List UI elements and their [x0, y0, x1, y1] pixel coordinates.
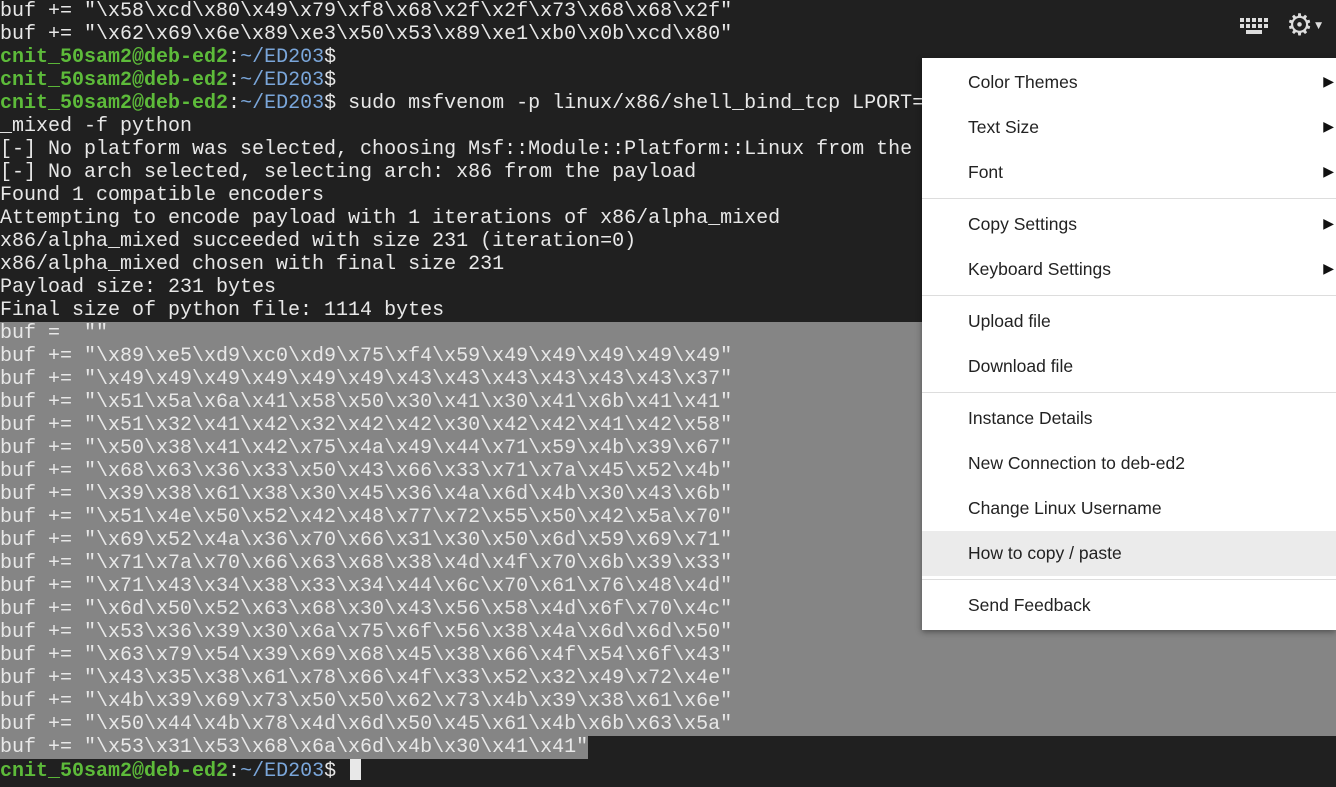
- menu-item-label: Instance Details: [968, 408, 1093, 428]
- menu-item-text-size[interactable]: Text Size ▶: [922, 105, 1336, 150]
- menu-item-label: Copy Settings: [968, 214, 1077, 234]
- prompt-separator: :: [228, 46, 241, 69]
- prompt-path: ~/ED203: [240, 69, 325, 92]
- keyboard-icon[interactable]: [1240, 18, 1269, 34]
- prompt-user: cnit_50sam2@deb-ed2: [0, 760, 229, 783]
- menu-item-label: Send Feedback: [968, 595, 1091, 615]
- prompt-dollar: $: [324, 760, 337, 783]
- selected-line: buf += "\x50\x44\x4b\x78\x4d\x6d\x50\x45…: [0, 713, 1336, 736]
- selected-line: buf += "\x4b\x39\x69\x73\x50\x50\x62\x73…: [0, 690, 1336, 713]
- settings-menu: Color Themes ▶ Text Size ▶ Font ▶ Copy Setting…: [922, 58, 1336, 630]
- selected-text: buf += "\x53\x31\x53\x68\x6a\x6d\x4b\x30…: [0, 736, 589, 759]
- prompt-path: ~/ED203: [240, 46, 325, 69]
- menu-divider: [922, 198, 1336, 199]
- prompt-user: cnit_50sam2@deb-ed2: [0, 69, 229, 92]
- menu-item-label: Color Themes: [968, 72, 1078, 92]
- output-line: buf += "\x62\x69\x6e\x89\xe3\x50\x53\x89…: [0, 23, 733, 46]
- menu-item-label: Keyboard Settings: [968, 259, 1112, 279]
- prompt-separator: :: [228, 760, 241, 783]
- menu-item-font[interactable]: Font ▶: [922, 150, 1336, 195]
- output-line: buf += "\x58\xcd\x80\x49\x79\xf8\x68\x2f…: [0, 0, 733, 23]
- menu-item-label: Text Size: [968, 117, 1039, 137]
- menu-item-label: How to copy / paste: [968, 543, 1122, 563]
- prompt-dollar: $: [324, 46, 337, 69]
- prompt-user: cnit_50sam2@deb-ed2: [0, 92, 229, 115]
- menu-item-color-themes[interactable]: Color Themes ▶: [922, 60, 1336, 105]
- top-toolbar: ⚙ ▼: [1192, 0, 1336, 52]
- prompt-path: ~/ED203: [240, 92, 325, 115]
- menu-item-label: Download file: [968, 356, 1074, 376]
- submenu-arrow-icon: ▶: [1323, 119, 1334, 135]
- menu-item-download-file[interactable]: Download file: [922, 344, 1336, 389]
- prompt-path: ~/ED203: [240, 760, 325, 783]
- menu-item-instance-details[interactable]: Instance Details: [922, 396, 1336, 441]
- submenu-arrow-icon: ▶: [1323, 261, 1334, 277]
- menu-item-new-connection-to-deb-ed2[interactable]: New Connection to deb-ed2: [922, 441, 1336, 486]
- text-cursor: [350, 759, 362, 780]
- menu-item-label: New Connection to deb-ed2: [968, 453, 1185, 473]
- menu-divider: [922, 295, 1336, 296]
- gear-icon[interactable]: ⚙: [1286, 11, 1313, 41]
- menu-item-label: Font: [968, 162, 1004, 182]
- prompt-line: cnit_50sam2@deb-ed2:~/ED203$: [0, 759, 1336, 783]
- selected-line: buf += "\x43\x35\x38\x61\x78\x66\x4f\x33…: [0, 667, 1336, 690]
- menu-item-send-feedback[interactable]: Send Feedback: [922, 583, 1336, 628]
- menu-item-label: Upload file: [968, 311, 1051, 331]
- selected-line: buf += "\x63\x79\x54\x39\x69\x68\x45\x38…: [0, 644, 1336, 667]
- prompt-dollar: $: [324, 69, 337, 92]
- menu-divider: [922, 579, 1336, 580]
- prompt-user: cnit_50sam2@deb-ed2: [0, 46, 229, 69]
- command-text: sudo msfvenom -p linux/x86/shell_bind_tc…: [336, 92, 925, 115]
- submenu-arrow-icon: ▶: [1323, 164, 1334, 180]
- selected-line-partial: buf += "\x53\x31\x53\x68\x6a\x6d\x4b\x30…: [0, 736, 1336, 759]
- menu-item-upload-file[interactable]: Upload file: [922, 299, 1336, 344]
- menu-item-keyboard-settings[interactable]: Keyboard Settings ▶: [922, 247, 1336, 292]
- menu-item-change-linux-username[interactable]: Change Linux Username: [922, 486, 1336, 531]
- menu-item-label: Change Linux Username: [968, 498, 1162, 518]
- menu-divider: [922, 392, 1336, 393]
- menu-item-copy-settings[interactable]: Copy Settings ▶: [922, 202, 1336, 247]
- menu-item-how-to-copy-paste[interactable]: How to copy / paste: [922, 531, 1336, 576]
- chevron-down-icon[interactable]: ▼: [1315, 21, 1322, 31]
- submenu-arrow-icon: ▶: [1323, 216, 1334, 232]
- prompt-separator: :: [228, 92, 241, 115]
- prompt-dollar: $: [324, 92, 337, 115]
- prompt-separator: :: [228, 69, 241, 92]
- submenu-arrow-icon: ▶: [1323, 74, 1334, 90]
